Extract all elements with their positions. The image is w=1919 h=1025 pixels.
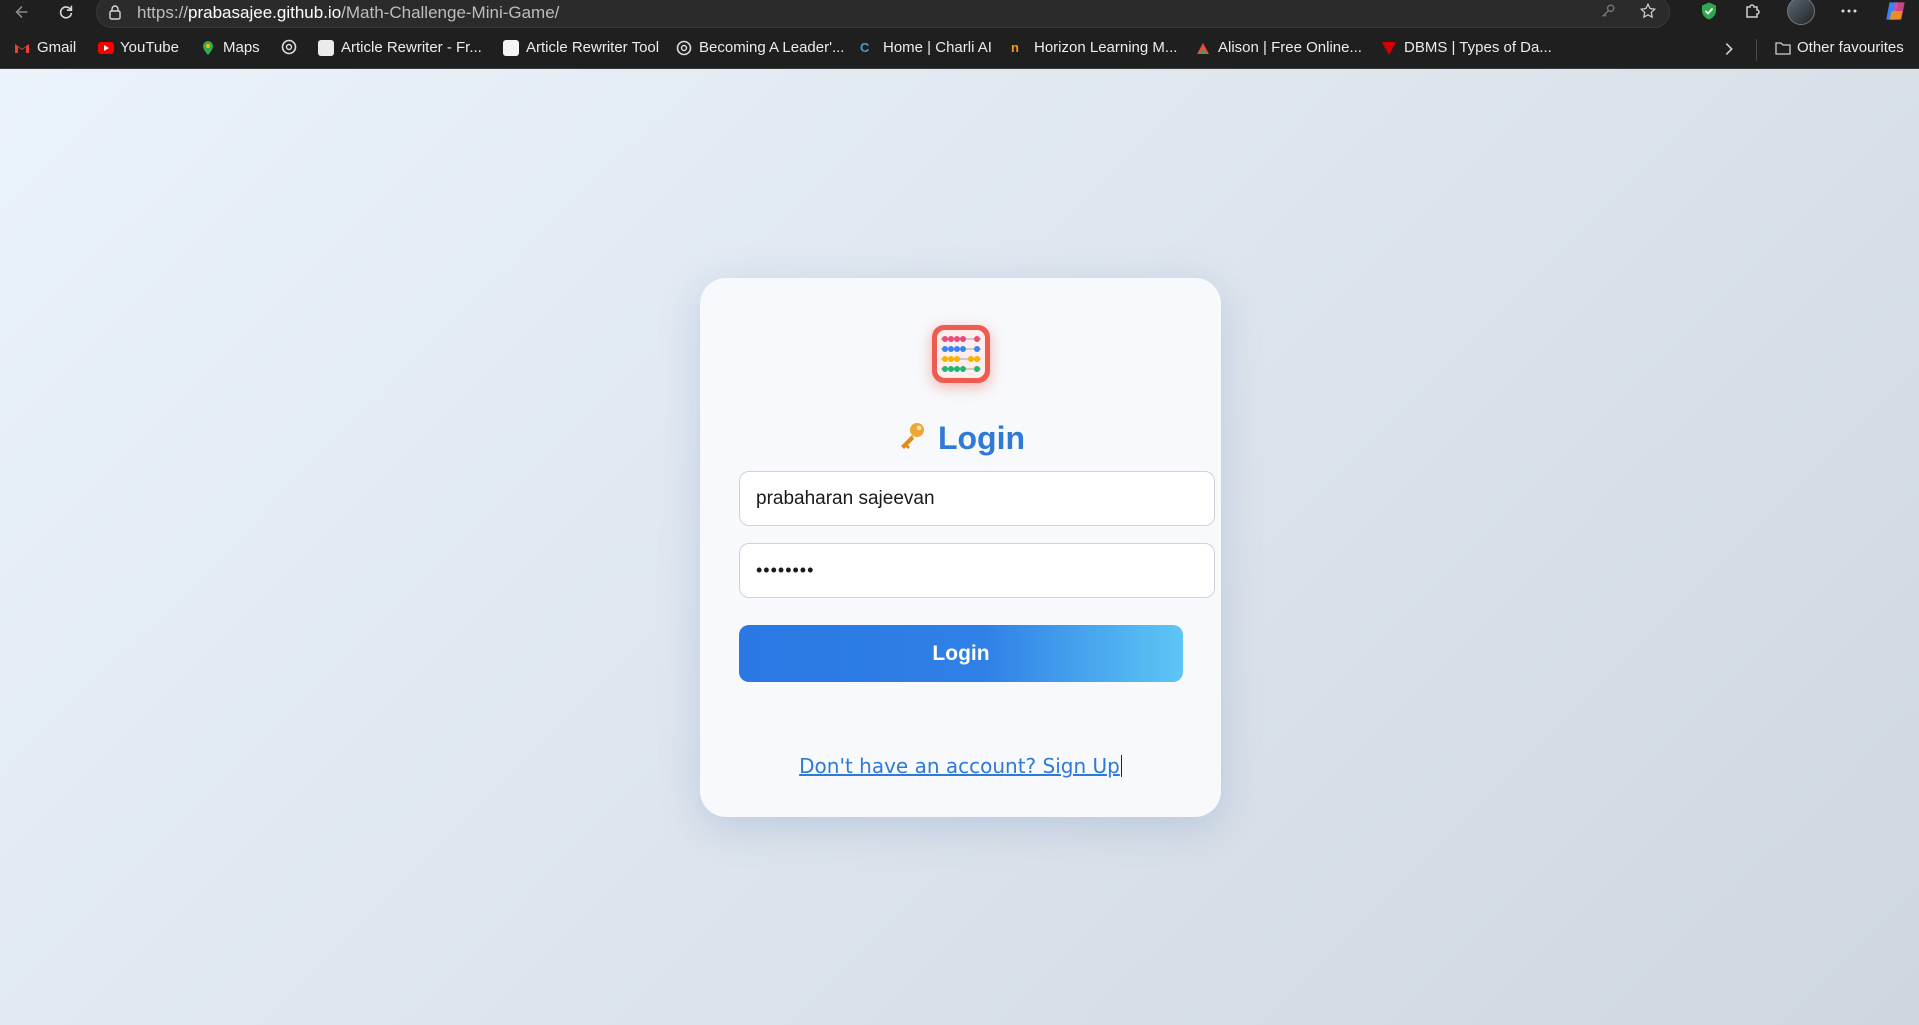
password-key-icon[interactable] [1599,2,1617,25]
bookmark-label: Maps [223,39,260,56]
bookmarks-bar: Gmail YouTube Maps Article Rewriter - Fr… [0,31,1919,69]
username-input[interactable]: prabaharan sajeevan [739,471,1215,526]
copilot-icon[interactable] [1883,0,1909,24]
more-menu-icon[interactable] [1839,1,1859,21]
favourite-star-icon[interactable] [1639,2,1657,25]
login-heading: Login [700,418,1221,459]
other-favourites-label: Other favourites [1797,39,1904,56]
bookmark-article-rewriter-tool[interactable]: Article Rewriter Tool [503,39,659,56]
bookmark-label: Horizon Learning M... [1034,39,1178,56]
url-path: /Math-Challenge-Mini-Game/ [341,3,560,22]
url-host: prabasajee.github.io [188,3,342,22]
bookmark-gmail[interactable]: Gmail [14,39,76,56]
profile-avatar[interactable] [1787,0,1815,25]
login-button[interactable]: Login [739,625,1183,682]
bookmark-label: Alison | Free Online... [1218,39,1362,56]
bookmark-alison[interactable]: Alison | Free Online... [1195,39,1362,56]
article-rewriter-tool-icon [503,39,519,56]
youtube-icon [97,40,114,56]
horizon-icon: n [1011,39,1019,55]
bookmark-maps[interactable]: Maps [200,39,260,56]
bookmark-youtube[interactable]: YouTube [97,39,179,56]
bookmark-label: Article Rewriter Tool [526,39,660,56]
login-card: Login prabaharan sajeevan •••••••• Login… [700,278,1221,817]
address-bar[interactable]: https://prabasajee.github.io/Math-Challe… [96,0,1670,28]
dbms-icon [1381,40,1397,56]
bookmark-becoming-a-leader[interactable]: Becoming A Leader'... [676,39,844,56]
abacus-logo-icon [932,325,990,383]
bookmark-label: YouTube [120,39,179,56]
lock-icon[interactable] [107,4,123,20]
bookmark-label: DBMS | Types of Da... [1404,39,1552,56]
openai-icon [676,40,692,56]
other-favourites[interactable]: Other favourites [1774,39,1904,56]
browser-toolbar: https://prabasajee.github.io/Math-Challe… [0,0,1919,31]
bookmark-label: Gmail [37,39,77,56]
back-icon[interactable] [8,0,36,24]
bookmarks-divider [1756,39,1757,61]
text-caret [1120,755,1122,777]
bookmark-label: Becoming A Leader'... [699,39,845,56]
sst-icon [318,39,334,56]
gmail-icon [14,40,30,56]
openai-icon [281,39,297,55]
chevron-right-icon[interactable] [1720,40,1738,63]
url-prefix: https:// [137,3,189,22]
charli-icon: C [860,39,870,55]
bookmark-openai[interactable] [281,39,297,55]
refresh-icon[interactable] [52,0,80,24]
maps-pin-icon [200,40,216,56]
bookmark-label: Article Rewriter - Fr... [341,39,482,56]
bookmark-article-rewriter[interactable]: Article Rewriter - Fr... [318,39,482,56]
signup-link[interactable]: Don't have an account? Sign Up [700,754,1221,778]
bookmark-charli-ai[interactable]: C Home | Charli AI [860,39,992,56]
bookmark-label: Home | Charli AI [883,39,992,56]
alison-icon [1195,40,1211,56]
folder-icon [1774,40,1791,56]
key-icon [896,419,928,459]
shield-extension-icon[interactable] [1699,1,1719,21]
url-text[interactable]: https://prabasajee.github.io/Math-Challe… [137,3,559,23]
page-background: Login prabaharan sajeevan •••••••• Login… [0,69,1919,1025]
extensions-puzzle-icon[interactable] [1743,1,1763,21]
bookmark-horizon-learning[interactable]: n Horizon Learning M... [1011,39,1177,56]
signup-link-text: Don't have an account? Sign Up [799,754,1120,778]
bookmark-dbms[interactable]: DBMS | Types of Da... [1381,39,1552,56]
password-input[interactable]: •••••••• [739,543,1215,598]
login-title-text: Login [937,420,1026,457]
